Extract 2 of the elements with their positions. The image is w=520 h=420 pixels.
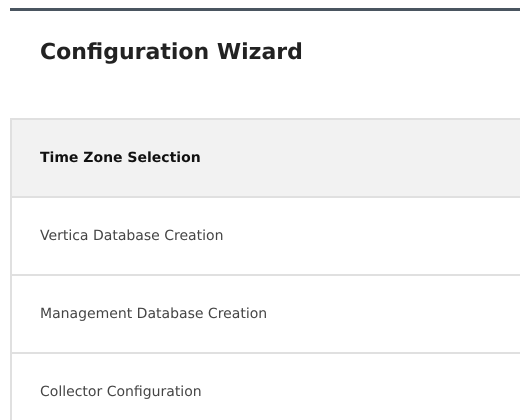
wizard-title: Configuration Wizard xyxy=(40,39,303,67)
wizard-step[interactable]: Time Zone Selection xyxy=(12,120,520,198)
